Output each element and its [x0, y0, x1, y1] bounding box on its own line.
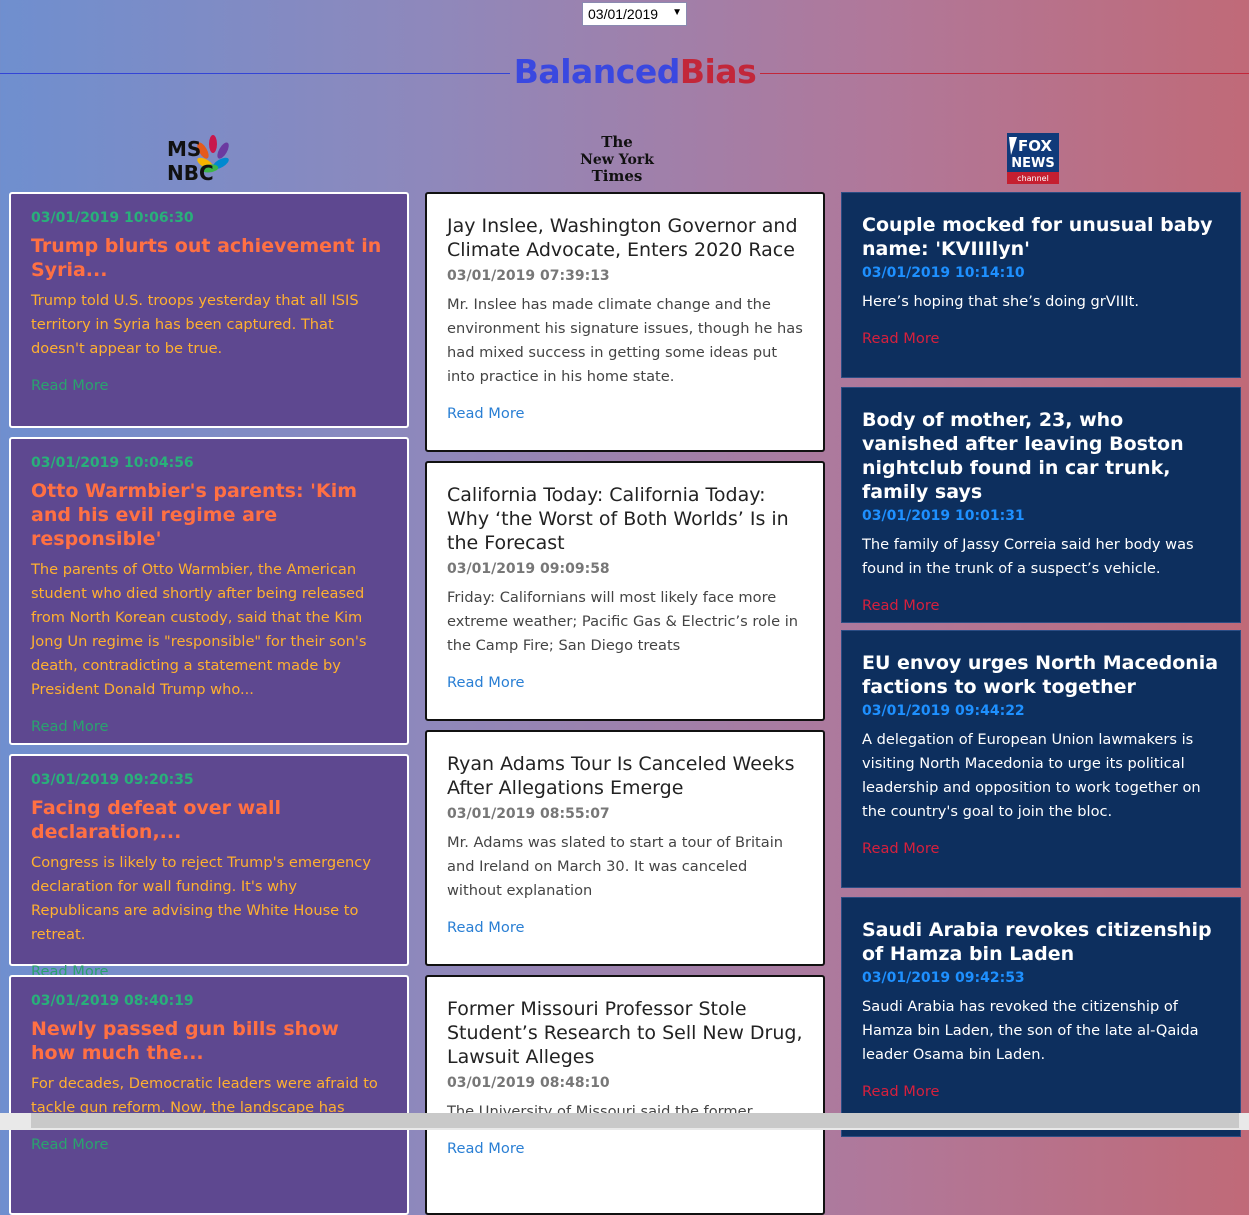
read-more-link[interactable]: Read More: [447, 674, 525, 691]
article-card: Body of mother, 23, who vanished after l…: [841, 387, 1241, 623]
article-timestamp: 03/01/2019 07:39:13: [447, 268, 610, 284]
article-description: Mr. Adams was slated to start a tour of …: [447, 834, 784, 899]
article-card: 03/01/2019 10:04:56 Otto Warmbier's pare…: [9, 437, 409, 745]
article-timestamp: 03/01/2019 09:20:35: [31, 772, 194, 788]
article-title[interactable]: Otto Warmbier's parents: 'Kim and his ev…: [31, 479, 387, 551]
article-timestamp: 03/01/2019 10:14:10: [862, 265, 1025, 281]
article-timestamp: 03/01/2019 08:55:07: [447, 806, 610, 822]
article-timestamp: 03/01/2019 08:48:10: [447, 1075, 610, 1091]
read-more-link[interactable]: Read More: [31, 718, 109, 735]
article-title[interactable]: EU envoy urges North Macedonia factions …: [862, 651, 1220, 699]
article-title[interactable]: Couple mocked for unusual baby name: 'KV…: [862, 213, 1220, 261]
read-more-link[interactable]: Read More: [447, 1140, 525, 1157]
brand-divider-left: [0, 73, 510, 74]
msnbc-logo-line1: MS: [167, 137, 201, 161]
article-title[interactable]: Facing defeat over wall declaration,...: [31, 796, 387, 844]
brand-part-balanced: Balanced: [513, 52, 681, 91]
fox-logo-line3: channel: [1017, 174, 1049, 183]
article-description: Friday: Californians will most likely fa…: [447, 589, 799, 654]
article-card: 03/01/2019 08:40:19 Newly passed gun bil…: [9, 975, 409, 1215]
read-more-link[interactable]: Read More: [447, 919, 525, 936]
article-card: Ryan Adams Tour Is Canceled Weeks After …: [425, 730, 825, 966]
read-more-link[interactable]: Read More: [862, 597, 940, 614]
article-timestamp: 03/01/2019 10:04:56: [31, 455, 194, 471]
article-card: 03/01/2019 09:20:35 Facing defeat over w…: [9, 754, 409, 980]
article-card: EU envoy urges North Macedonia factions …: [841, 630, 1241, 888]
article-title[interactable]: Saudi Arabia revokes citizenship of Hamz…: [862, 918, 1220, 966]
article-title[interactable]: Former Missouri Professor Stole Student’…: [447, 997, 803, 1069]
date-select[interactable]: 03/01/2019 ▼: [582, 2, 687, 26]
article-description: The family of Jassy Correia said her bod…: [862, 536, 1194, 577]
read-more-link[interactable]: Read More: [31, 1136, 109, 1153]
horizontal-scrollbar-thumb[interactable]: [31, 1113, 1239, 1128]
article-title[interactable]: Jay Inslee, Washington Governor and Clim…: [447, 214, 803, 262]
article-title[interactable]: Trump blurts out achievement in Syria...: [31, 234, 387, 282]
fox-logo-line1: FOX: [1018, 137, 1052, 155]
article-description: Saudi Arabia has revoked the citizenship…: [862, 998, 1199, 1063]
read-more-link[interactable]: Read More: [862, 840, 940, 857]
article-card: Couple mocked for unusual baby name: 'KV…: [841, 192, 1241, 378]
fox-news-logo: FOX NEWS channel: [1007, 133, 1059, 184]
article-timestamp: 03/01/2019 10:06:30: [31, 210, 194, 226]
article-title[interactable]: Newly passed gun bills show how much the…: [31, 1017, 387, 1065]
article-title[interactable]: California Today: California Today: Why …: [447, 483, 803, 555]
article-card: Jay Inslee, Washington Governor and Clim…: [425, 192, 825, 452]
article-description: Mr. Inslee has made climate change and t…: [447, 296, 803, 385]
article-card: 03/01/2019 10:06:30 Trump blurts out ach…: [9, 192, 409, 428]
page-title: BalancedBias: [512, 52, 758, 91]
article-title[interactable]: Body of mother, 23, who vanished after l…: [862, 408, 1220, 504]
article-description: Trump told U.S. troops yesterday that al…: [31, 292, 359, 357]
article-card: Former Missouri Professor Stole Student’…: [425, 975, 825, 1215]
date-select-value: 03/01/2019: [588, 6, 659, 22]
read-more-link[interactable]: Read More: [31, 377, 109, 394]
article-description: The parents of Otto Warmbier, the Americ…: [31, 561, 367, 698]
chevron-down-icon: ▼: [672, 7, 682, 18]
nyt-logo-line3: Times: [592, 167, 643, 185]
article-card: Saudi Arabia revokes citizenship of Hamz…: [841, 897, 1241, 1137]
article-card: California Today: California Today: Why …: [425, 461, 825, 721]
article-timestamp: 03/01/2019 09:09:58: [447, 561, 610, 577]
brand-part-bias: Bias: [679, 52, 757, 91]
msnbc-logo: MS NBC: [167, 135, 229, 184]
read-more-link[interactable]: Read More: [862, 1083, 940, 1100]
article-description: Here’s hoping that she’s doing grVIIIt.: [862, 293, 1140, 310]
read-more-link[interactable]: Read More: [862, 330, 940, 347]
msnbc-logo-line2: NBC: [167, 161, 214, 184]
article-title[interactable]: Ryan Adams Tour Is Canceled Weeks After …: [447, 752, 803, 800]
nyt-logo-line1: The: [601, 133, 633, 151]
article-description: Congress is likely to reject Trump's eme…: [31, 854, 371, 943]
brand-divider-right: [760, 73, 1249, 74]
fox-logo-line2: NEWS: [1011, 156, 1054, 171]
article-description: A delegation of European Union lawmakers…: [862, 731, 1201, 820]
article-timestamp: 03/01/2019 10:01:31: [862, 508, 1025, 524]
article-timestamp: 03/01/2019 08:40:19: [31, 993, 194, 1009]
read-more-link[interactable]: Read More: [447, 405, 525, 422]
nyt-logo-line2: New York: [580, 152, 654, 168]
article-timestamp: 03/01/2019 09:42:53: [862, 970, 1025, 986]
article-timestamp: 03/01/2019 09:44:22: [862, 703, 1025, 719]
nyt-logo: The New York Times: [580, 133, 654, 185]
